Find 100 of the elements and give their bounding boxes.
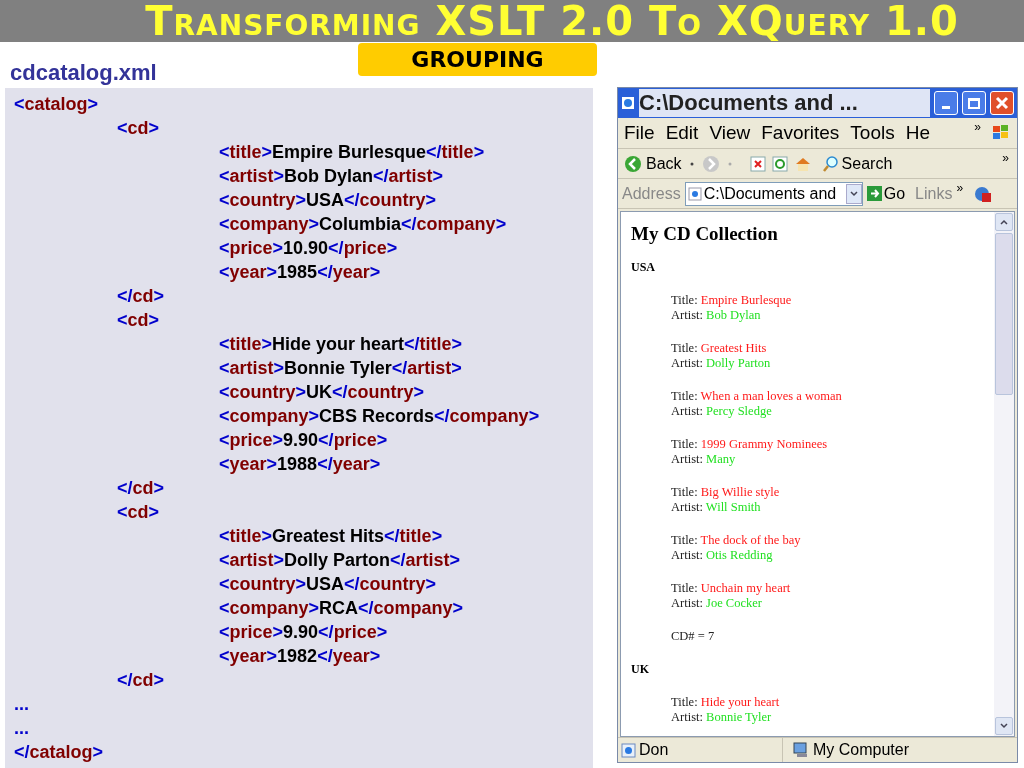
cd-title: Big Willie style (700, 485, 780, 499)
page-icon (687, 186, 702, 201)
toolbar-overflow-chevron[interactable]: » (1002, 149, 1009, 167)
cd-artist: Many (706, 452, 736, 466)
back-button[interactable]: Back (624, 151, 682, 176)
windows-flag-icon (991, 124, 1011, 142)
title-label: Title: (671, 341, 698, 355)
cd-artist: Dolly Parton (706, 356, 771, 370)
title-label: Title: (671, 485, 698, 499)
xml-element-line: <price>9.90</price> (219, 430, 388, 450)
ellipsis-text: ... (14, 718, 29, 738)
refresh-icon[interactable] (771, 155, 788, 172)
xml-element-line: <title>Greatest Hits</title> (219, 526, 443, 546)
xml-element-line: <artist>Dolly Parton</artist> (219, 550, 461, 570)
title-label: Title: (671, 389, 698, 403)
xml-element-line: <country>USA</country> (219, 574, 437, 594)
page-icon (621, 742, 636, 758)
zone-label: My Computer (813, 740, 910, 760)
address-field[interactable]: C:\Documents and (684, 181, 863, 206)
xml-element-line: <year>1988</year> (219, 454, 381, 474)
xml-element-line: <title>Empire Burlesque</title> (219, 142, 485, 162)
xml-element-line: <year>1985</year> (219, 262, 381, 282)
xml-tag: </cd> (117, 478, 165, 498)
menu-item[interactable]: File (624, 118, 655, 148)
menu-overflow-chevron[interactable]: » (974, 118, 981, 136)
xml-tag: </cd> (117, 286, 165, 306)
xml-tag: </cd> (117, 670, 165, 690)
country-heading: USA (631, 260, 656, 274)
menu-item[interactable]: Tools (850, 118, 895, 148)
chevron-up-icon[interactable] (1000, 219, 1008, 225)
artist-label: Artist: (671, 548, 703, 562)
cd-title: The dock of the bay (700, 533, 801, 547)
xml-tag: <cd> (117, 118, 160, 138)
country-heading: UK (631, 662, 650, 676)
slide-title: Transforming XSLT 2.0 To XQuery 1.0 (144, 1, 959, 41)
close-icon[interactable] (995, 96, 1009, 110)
page-heading: My CD Collection (631, 222, 779, 246)
grouping-badge: GROUPING (358, 43, 597, 76)
title-label: Title: (671, 581, 698, 595)
xml-element-line: <company>RCA</company> (219, 598, 464, 618)
artist-label: Artist: (671, 452, 703, 466)
go-button[interactable]: Go (866, 181, 906, 206)
browser-page-icon (621, 96, 635, 110)
menu-item[interactable]: He (905, 118, 930, 148)
search-icon[interactable] (821, 154, 840, 173)
xml-element-line: <artist>Bonnie Tyler</artist> (219, 358, 462, 378)
maximize-button[interactable] (962, 91, 986, 115)
xml-element-line: <year>1982</year> (219, 646, 381, 666)
cd-artist: Bonnie Tyler (706, 710, 772, 724)
artist-label: Artist: (671, 500, 703, 514)
cd-title: Empire Burlesque (700, 293, 792, 307)
cd-artist: Bob Dylan (706, 308, 761, 322)
xml-element-line: <price>9.90</price> (219, 622, 388, 642)
title-label: Title: (671, 437, 698, 451)
cd-count: CD# = 7 (671, 629, 715, 643)
menu-item[interactable]: Edit (665, 118, 699, 148)
ellipsis-text: ... (14, 694, 29, 714)
xml-tag: <cd> (117, 502, 160, 522)
cd-title: Unchain my heart (700, 581, 791, 595)
status-text: Don (639, 740, 669, 760)
xml-tag: </catalog> (14, 742, 104, 762)
xml-element-line: <title>Hide your heart</title> (219, 334, 463, 354)
menu-item[interactable]: Favorites (761, 118, 840, 148)
xml-element-line: <country>USA</country> (219, 190, 437, 210)
links-overflow-chevron[interactable]: » (956, 179, 964, 197)
stop-icon[interactable] (749, 155, 766, 172)
close-button[interactable] (990, 91, 1014, 115)
xml-tag: <cd> (117, 310, 160, 330)
cd-artist: Otis Redding (706, 548, 773, 562)
xml-element-line: <company>CBS Records</company> (219, 406, 540, 426)
cd-title: Greatest Hits (700, 341, 767, 355)
xml-element-line: <company>Columbia</company> (219, 214, 507, 234)
cd-title: 1999 Grammy Nominees (700, 437, 828, 451)
xml-element-line: <artist>Bob Dylan</artist> (219, 166, 444, 186)
artist-label: Artist: (671, 710, 703, 724)
xml-element-line: <country>UK</country> (219, 382, 425, 402)
artist-label: Artist: (671, 596, 703, 610)
cd-title: Hide your heart (700, 695, 780, 709)
chevron-down-icon[interactable] (1000, 723, 1008, 729)
title-label: Title: (671, 293, 698, 307)
title-label: Title: (671, 695, 698, 709)
file-name-label: cdcatalog.xml (10, 59, 157, 87)
cd-artist: Percy Sledge (706, 404, 772, 418)
address-label: Address (622, 183, 681, 204)
go-arrow-icon[interactable] (866, 186, 882, 201)
artist-label: Artist: (671, 404, 703, 418)
artist-label: Artist: (671, 356, 703, 370)
menu-item[interactable]: View (709, 118, 751, 148)
search-button[interactable]: Search (821, 151, 893, 176)
xml-element-line: <price>10.90</price> (219, 238, 398, 258)
cd-title: When a man loves a woman (700, 389, 842, 403)
computer-icon (792, 742, 810, 758)
cd-artist: Will Smith (705, 500, 761, 514)
cd-artist: Joe Cocker (706, 596, 762, 610)
title-label: Title: (671, 533, 698, 547)
globe-icon[interactable] (973, 184, 994, 203)
window-title: C:\Documents and ... (639, 89, 930, 117)
xml-tag: <catalog> (14, 94, 99, 114)
minimize-button[interactable] (934, 91, 958, 115)
artist-label: Artist: (671, 308, 703, 322)
